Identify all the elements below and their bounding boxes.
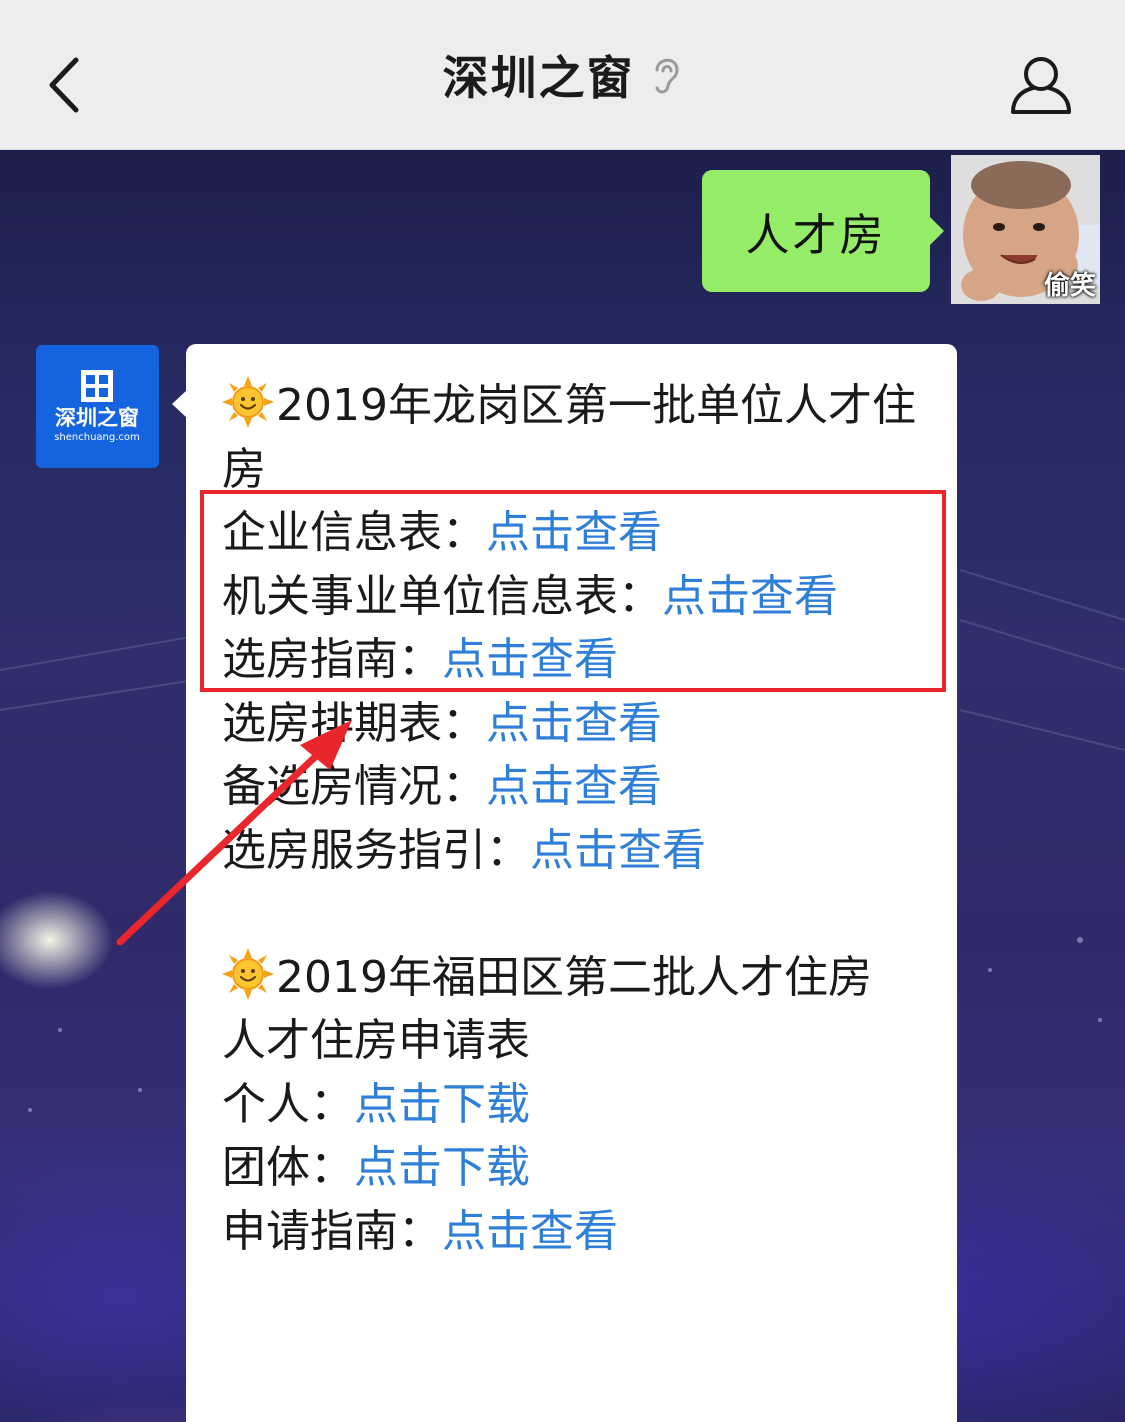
profile-button[interactable]: [1005, 52, 1077, 118]
section-2-title-text: 2019年福田区第二批人才住房: [276, 951, 872, 1003]
row-label: 企业信息表：: [222, 507, 486, 558]
enterprise-info-link[interactable]: 点击查看: [486, 507, 662, 558]
info-row-application-guide: 申请指南：点击查看: [222, 1200, 927, 1264]
outgoing-message-bubble[interactable]: 人才房: [702, 170, 944, 292]
outgoing-message-text: 人才房: [745, 210, 887, 261]
group-download-link[interactable]: 点击下载: [354, 1142, 530, 1193]
personal-download-link[interactable]: 点击下载: [354, 1079, 530, 1130]
institution-info-link[interactable]: 点击查看: [662, 571, 838, 622]
row-label: 选房排期表：: [222, 697, 486, 749]
info-row-schedule: 选房排期表：点击查看: [222, 692, 927, 756]
logo-text: 深圳之窗: [55, 406, 139, 430]
info-row-backup: 备选房情况：点击查看: [222, 755, 927, 819]
row-label: 备选房情况：: [222, 761, 486, 812]
info-row-service: 选房服务指引：点击查看: [222, 819, 927, 883]
row-label: 机关事业单位信息表：: [222, 570, 662, 622]
application-guide-link[interactable]: 点击查看: [442, 1206, 618, 1257]
info-row-enterprise: 企业信息表：点击查看: [222, 501, 927, 565]
person-icon: [1011, 57, 1071, 114]
chat-header: 深圳之窗: [0, 0, 1125, 150]
section-1-title: 2019年龙岗区第一批单位人才住房: [222, 374, 927, 501]
sun-emoji-icon: [222, 376, 274, 428]
section-2-title: 2019年福田区第二批人才住房: [222, 946, 927, 1010]
avatar-caption: 偷笑: [1043, 271, 1096, 301]
housing-guide-link[interactable]: 点击查看: [442, 634, 618, 685]
row-label: 申请指南：: [222, 1205, 442, 1257]
download-row-personal: 个人：点击下载: [222, 1073, 927, 1137]
download-row-group: 团体：点击下载: [222, 1136, 927, 1200]
my-avatar[interactable]: 偷笑: [951, 155, 1100, 304]
sun-emoji-icon: [222, 947, 274, 1000]
section-1-title-text: 2019年龙岗区第一批单位人才住房: [222, 380, 916, 495]
ear-icon: [655, 58, 679, 94]
backup-housing-link[interactable]: 点击查看: [486, 761, 662, 812]
section-2-subtitle: 人才住房申请表: [222, 1015, 530, 1066]
row-label: 团体：: [222, 1142, 354, 1193]
row-label: 选房服务指引：: [222, 824, 530, 876]
row-label: 选房指南：: [222, 634, 442, 685]
incoming-message-bubble: 2019年龙岗区第一批单位人才住房 企业信息表：点击查看 机关事业单位信息表：点…: [172, 344, 957, 1422]
info-row-institution: 机关事业单位信息表：点击查看: [222, 565, 927, 629]
schedule-link[interactable]: 点击查看: [486, 698, 662, 749]
chat-title: 深圳之窗: [442, 51, 635, 105]
service-guide-link[interactable]: 点击查看: [530, 825, 706, 876]
info-row-guide: 选房指南：点击查看: [222, 628, 927, 692]
shenzhen-window-logo-icon: 深圳之窗 shenchuang.com: [54, 370, 140, 443]
row-label: 个人：: [222, 1078, 354, 1130]
official-account-avatar[interactable]: 深圳之窗 shenchuang.com: [36, 345, 159, 468]
logo-subtext: shenchuang.com: [54, 432, 140, 443]
